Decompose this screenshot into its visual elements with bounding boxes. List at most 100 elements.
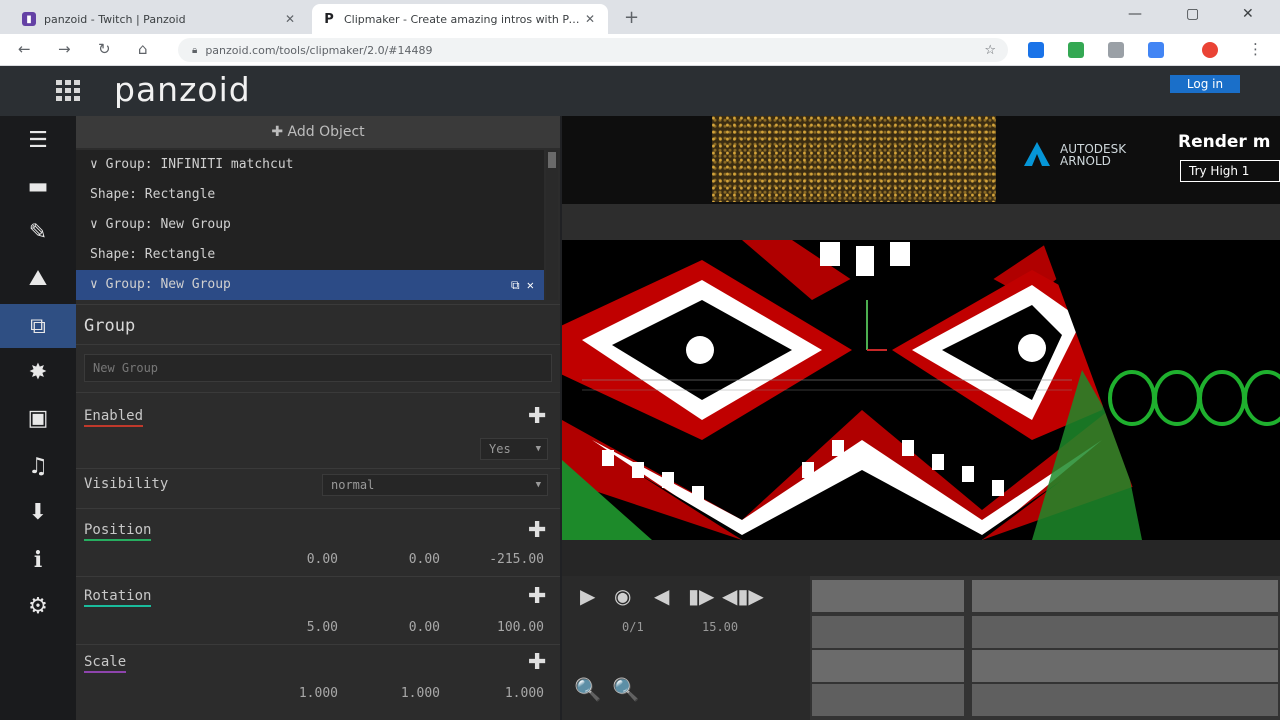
visibility-label: Visibility <box>84 476 169 492</box>
zoom-out-icon[interactable]: 🔍 <box>574 678 601 703</box>
rotation-z-value[interactable]: 100.00 <box>454 620 544 635</box>
folder-icon[interactable]: ▬ <box>0 164 76 208</box>
divider <box>76 392 560 393</box>
scrollbar-thumb[interactable] <box>548 152 556 168</box>
rotation-x-value[interactable]: 5.00 <box>248 620 338 635</box>
position-z-value[interactable]: -215.00 <box>454 552 544 567</box>
autodesk-logo-icon <box>1024 142 1050 166</box>
rotation-y-value[interactable]: 0.00 <box>350 620 440 635</box>
lock-icon: 🔒︎ <box>192 44 198 56</box>
forward-icon[interactable]: → <box>58 40 71 58</box>
group-name-field[interactable]: New Group <box>84 354 552 382</box>
tab-close-icon[interactable]: ✕ <box>282 12 298 26</box>
add-keyframe-scale-icon[interactable]: ✚ <box>528 650 546 675</box>
timeline-clip[interactable] <box>812 580 964 612</box>
timeline-clip[interactable] <box>812 650 964 682</box>
menu-kebab-icon[interactable]: ⋮ <box>1248 40 1263 58</box>
enabled-value: Yes <box>489 442 511 456</box>
rotation-label: Rotation <box>84 588 152 607</box>
tree-scrollbar[interactable] <box>546 150 558 300</box>
preview-bottom-bar <box>562 540 1280 576</box>
extension-icon[interactable] <box>1108 42 1124 58</box>
tree-item-group-selected[interactable]: ∨ Group: New Group ⧉ ✕ <box>76 270 544 300</box>
enabled-label: Enabled <box>84 408 144 427</box>
tree-item-shape[interactable]: Shape: Rectangle <box>76 180 544 210</box>
music-icon[interactable]: ♫ <box>0 444 76 488</box>
divider <box>76 576 560 577</box>
timeline-clip[interactable] <box>812 684 964 716</box>
timeline-clip[interactable] <box>972 650 1278 682</box>
divider <box>76 468 560 469</box>
position-label: Position <box>84 522 152 541</box>
bookmark-star-icon[interactable]: ☆ <box>984 43 996 58</box>
next-frame-icon[interactable]: ▮▶ <box>688 584 714 608</box>
preview-canvas[interactable] <box>562 240 1280 540</box>
timeline-clip[interactable] <box>972 616 1278 648</box>
edit-icon[interactable]: ✎ <box>0 210 76 254</box>
scale-y-value[interactable]: 1.000 <box>350 686 440 701</box>
visibility-select[interactable]: normal ▼ <box>322 474 548 496</box>
camera-icon[interactable]: ▣ <box>0 396 76 440</box>
home-icon[interactable]: ⌂ <box>138 40 148 58</box>
ad-cta-button[interactable]: Try High 1 <box>1180 160 1280 182</box>
time-readout: 15.00 <box>702 620 739 634</box>
loop-icon[interactable]: ◀▮▶ <box>722 584 764 608</box>
info-icon[interactable]: i <box>0 538 76 582</box>
settings-icon[interactable]: ⚙ <box>0 584 76 628</box>
minimize-icon[interactable]: — <box>1128 6 1142 22</box>
browser-tab-clipmaker[interactable]: P Clipmaker - Create amazing intros with… <box>312 4 608 34</box>
timeline-clip[interactable] <box>812 616 964 648</box>
maximize-icon[interactable]: ▢ <box>1186 6 1199 22</box>
chevron-down-icon: ▼ <box>535 444 541 454</box>
extension-icon[interactable] <box>1028 42 1044 58</box>
timeline-clip[interactable] <box>972 684 1278 716</box>
enabled-select[interactable]: Yes ▼ <box>480 438 548 460</box>
visibility-value: normal <box>331 478 375 492</box>
add-keyframe-enabled-icon[interactable]: ✚ <box>528 404 546 429</box>
play-icon[interactable]: ▶ <box>580 584 595 608</box>
tab-close-icon[interactable]: ✕ <box>582 12 598 26</box>
divider <box>76 304 560 305</box>
download-icon[interactable]: ⬇ <box>0 490 76 534</box>
position-x-value[interactable]: 0.00 <box>248 552 338 567</box>
landscape-icon[interactable]: ⛰ <box>0 256 76 300</box>
scale-x-value[interactable]: 1.000 <box>248 686 338 701</box>
apps-grid-icon[interactable] <box>56 80 82 101</box>
tree-item-group[interactable]: ∨ Group: INFINITI matchcut <box>76 150 544 180</box>
add-object-button[interactable]: ✚ Add Object <box>76 116 560 148</box>
panzoid-logo[interactable]: panzoid <box>114 70 251 109</box>
extension-icon[interactable] <box>1068 42 1084 58</box>
login-button[interactable]: Log in <box>1170 75 1240 93</box>
tree-item-actions[interactable]: ⧉ ✕ <box>511 270 534 300</box>
frame-readout: 0/1 <box>622 620 644 634</box>
tree-item-label: ∨ Group: New Group <box>90 277 231 292</box>
object-editor-panel: ✚ Add Object ∨ Group: INFINITI matchcut … <box>76 116 560 720</box>
zoom-in-icon[interactable]: 🔍 <box>612 678 639 703</box>
extension-icon[interactable] <box>1148 42 1164 58</box>
new-tab-button[interactable]: + <box>624 7 639 28</box>
add-keyframe-rotation-icon[interactable]: ✚ <box>528 584 546 609</box>
timeline-clip[interactable] <box>972 580 1278 612</box>
reload-icon[interactable]: ↻ <box>98 40 111 58</box>
back-icon[interactable]: ← <box>18 40 31 58</box>
position-y-value[interactable]: 0.00 <box>350 552 440 567</box>
browser-tab-twitch[interactable]: ▮ panzoid - Twitch | Panzoid ✕ <box>12 4 308 34</box>
timeline[interactable] <box>810 576 1280 720</box>
ad-brand-text: AUTODESK ARNOLD <box>1060 142 1127 168</box>
window-close-icon[interactable]: ✕ <box>1242 6 1254 22</box>
objects-icon[interactable]: ⧉ <box>0 304 76 348</box>
tree-item-group[interactable]: ∨ Group: New Group <box>76 210 544 240</box>
tree-item-shape[interactable]: Shape: Rectangle <box>76 240 544 270</box>
add-keyframe-position-icon[interactable]: ✚ <box>528 518 546 543</box>
ad-headline: Render m <box>1178 132 1271 152</box>
prev-frame-icon[interactable]: ◀ <box>654 584 669 608</box>
eye-icon[interactable]: ◉ <box>614 584 631 608</box>
effects-icon[interactable]: ✸ <box>0 350 76 394</box>
profile-avatar[interactable] <box>1202 42 1218 58</box>
url-text: panzoid.com/tools/clipmaker/2.0/#14489 <box>205 43 433 57</box>
preview-top-bar <box>562 204 1280 240</box>
address-bar[interactable]: 🔒︎ panzoid.com/tools/clipmaker/2.0/#1448… <box>178 38 1008 62</box>
menu-icon[interactable]: ☰ <box>0 118 76 162</box>
tab-title: Clipmaker - Create amazing intros with P… <box>344 12 582 26</box>
scale-z-value[interactable]: 1.000 <box>454 686 544 701</box>
